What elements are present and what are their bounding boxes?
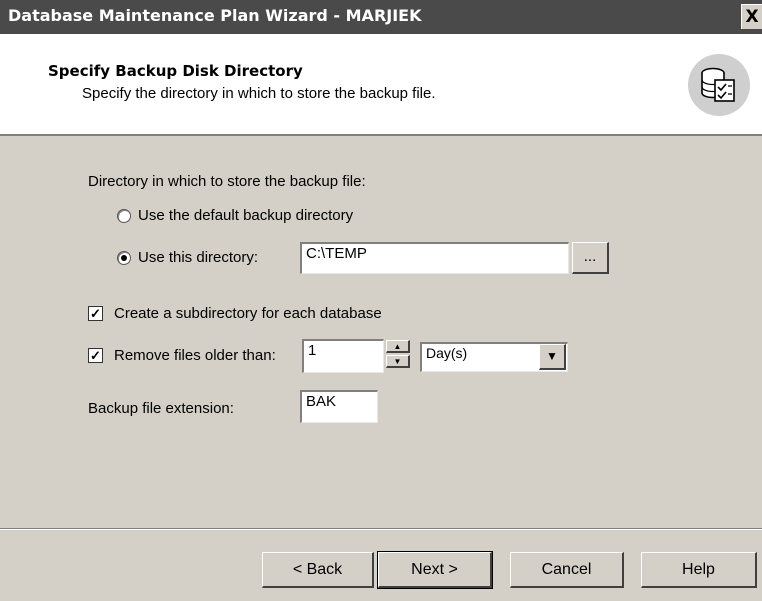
spin-up-button[interactable]: ▲ — [386, 340, 410, 353]
browse-button[interactable]: ... — [572, 242, 609, 274]
directory-group-label: Directory in which to store the backup f… — [88, 173, 366, 190]
chevron-down-icon: ▼ — [546, 349, 558, 363]
spin-down-icon: ▼ — [393, 357, 402, 366]
custom-directory-radio[interactable] — [117, 251, 131, 265]
window-title: Database Maintenance Plan Wizard - MARJI… — [8, 6, 422, 25]
spin-down-button[interactable]: ▼ — [386, 355, 410, 368]
default-directory-radio[interactable] — [117, 209, 131, 223]
footer-divider — [0, 528, 762, 530]
create-subdirectory-label[interactable]: Create a subdirectory for each database — [114, 305, 382, 322]
extension-label: Backup file extension: — [88, 400, 234, 417]
wizard-header: Specify Backup Disk Directory Specify th… — [0, 34, 762, 136]
close-button[interactable]: X — [741, 4, 762, 29]
extension-input[interactable]: BAK — [300, 390, 378, 423]
back-button[interactable]: < Back — [262, 552, 374, 588]
wizard-content: Directory in which to store the backup f… — [0, 136, 762, 528]
remove-age-input[interactable]: 1 — [302, 339, 384, 373]
page-title: Specify Backup Disk Directory — [48, 62, 303, 80]
create-subdirectory-checkbox[interactable]: ✓ — [88, 306, 103, 321]
database-checklist-icon — [688, 54, 750, 116]
help-button[interactable]: Help — [641, 552, 757, 588]
remove-files-checkbox[interactable]: ✓ — [88, 348, 103, 363]
directory-input[interactable]: C:\TEMP — [300, 242, 569, 274]
spin-up-icon: ▲ — [393, 342, 402, 351]
remove-files-label[interactable]: Remove files older than: — [114, 347, 276, 364]
page-subtitle: Specify the directory in which to store … — [82, 85, 436, 102]
age-unit-value: Day(s) — [426, 345, 468, 361]
default-directory-label[interactable]: Use the default backup directory — [138, 207, 353, 224]
window-title-bar: Database Maintenance Plan Wizard - MARJI… — [0, 0, 762, 34]
next-button[interactable]: Next > — [377, 551, 493, 589]
close-icon: X — [745, 7, 759, 27]
custom-directory-label[interactable]: Use this directory: — [138, 249, 258, 266]
cancel-button[interactable]: Cancel — [510, 552, 624, 588]
age-unit-dropdown-button[interactable]: ▼ — [539, 344, 566, 370]
